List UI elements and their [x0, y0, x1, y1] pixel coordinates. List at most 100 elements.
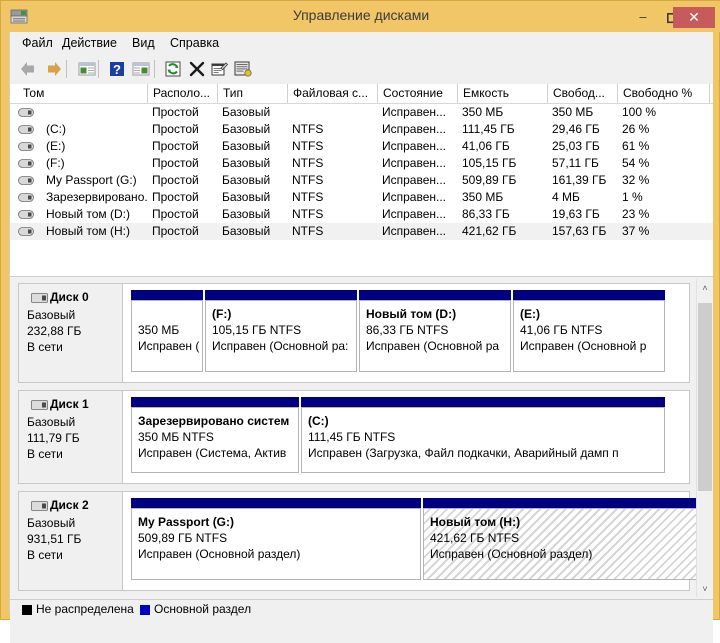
left-arrow-icon [21, 62, 34, 76]
disk-info[interactable]: Диск 1 Базовый 111,79 ГБ В сети [19, 391, 123, 483]
menu-view[interactable]: Вид [126, 35, 161, 52]
cell-layout: Простой [152, 190, 199, 204]
cell-volume: (C:) [46, 122, 66, 136]
disk-info[interactable]: Диск 0 Базовый 232,88 ГБ В сети [19, 284, 123, 382]
partition[interactable]: (F:) 105,15 ГБ NTFS Исправен (Основной ра: [205, 290, 357, 372]
toolbar-separator [154, 60, 155, 78]
partition-label: (F:) [212, 307, 232, 321]
cell-free: 161,39 ГБ [552, 173, 607, 187]
show-hide-console-tree-button[interactable] [76, 58, 98, 80]
delete-button[interactable] [186, 58, 208, 80]
forward-button[interactable] [42, 58, 64, 80]
partition-color-bar [131, 290, 203, 300]
column-header-status[interactable]: Состояние [378, 84, 458, 103]
partition-label: Зарезервировано систем [138, 414, 290, 428]
volume-row[interactable]: (E:) Простой Базовый NTFS Исправен... 41,06 Г… [10, 138, 713, 155]
partition-body[interactable]: My Passport (G:) 509,89 ГБ NTFS Исправен (… [131, 508, 421, 580]
volume-row[interactable]: Простой Базовый Исправен... 350 МБ 350 МБ 100… [10, 104, 713, 121]
scroll-down-button[interactable]: ˅ [697, 580, 713, 597]
column-header-volume[interactable]: Том [18, 84, 148, 103]
cell-status: Исправен... [382, 122, 447, 136]
partition-size: 86,33 ГБ NTFS [366, 323, 449, 337]
cell-free-pct: 61 % [622, 139, 650, 153]
column-header-filesystem[interactable]: Файловая с... [288, 84, 378, 103]
graphical-view-scrollbar[interactable]: ˄ ˅ [696, 279, 712, 597]
help-button[interactable]: ? [106, 58, 128, 80]
volume-icon [18, 210, 34, 219]
partition-body[interactable]: Новый том (D:) 86,33 ГБ NTFS Исправен (Осн… [359, 300, 511, 372]
cell-type: Базовый [222, 156, 271, 170]
cell-free: 4 МБ [552, 190, 580, 204]
partition[interactable]: 350 МБ Исправен ( [131, 290, 203, 372]
partition-color-bar [423, 498, 699, 508]
menu-help[interactable]: Справка [164, 35, 225, 52]
partition-body[interactable]: (C:) 111,45 ГБ NTFS Исправен (Загрузка, Фа… [301, 407, 665, 473]
volume-row[interactable]: Зарезервировано... Простой Базовый NTFS Испр… [10, 189, 713, 206]
partition-size: 105,15 ГБ NTFS [212, 323, 302, 337]
volume-list[interactable]: Том Располо... Тип Файловая с... Состоян… [10, 84, 713, 277]
cell-free: 57,11 ГБ [552, 156, 599, 170]
column-header-free-pct[interactable]: Свободно % [618, 84, 710, 103]
cell-layout: Простой [152, 105, 199, 119]
show-action-pane-button[interactable] [130, 58, 152, 80]
volume-row[interactable]: My Passport (G:) Простой Базовый NTFS Исправ… [10, 172, 713, 189]
disk-state: В сети [27, 447, 63, 461]
partition[interactable]: Новый том (D:) 86,33 ГБ NTFS Исправен (Осн… [359, 290, 511, 372]
cell-free-pct: 54 % [622, 156, 650, 170]
disk-panel[interactable]: Диск 0 Базовый 232,88 ГБ В сети 350 МБ Исправ… [18, 283, 690, 383]
partition-body[interactable]: Зарезервировано систем 350 МБ NTFS Исправе… [131, 407, 299, 473]
back-button[interactable] [18, 58, 40, 80]
disk-panel[interactable]: Диск 2 Базовый 931,51 ГБ В сети My Passport … [18, 491, 699, 591]
disk-panel[interactable]: Диск 1 Базовый 111,79 ГБ В сети Зарезервиров… [18, 390, 690, 484]
partition-size: 350 МБ NTFS [138, 430, 214, 444]
legend-label: Не распределена [36, 602, 134, 616]
volume-row[interactable]: (C:) Простой Базовый NTFS Исправен... 111,45 … [10, 121, 713, 138]
properties-icon [211, 62, 229, 76]
disk-size: 232,88 ГБ [27, 324, 82, 338]
toolbar-separator [98, 60, 99, 78]
refresh-button[interactable] [162, 58, 184, 80]
volume-row[interactable]: Новый том (D:) Простой Базовый NTFS Исправен… [10, 206, 713, 223]
cell-layout: Простой [152, 122, 199, 136]
column-header-type[interactable]: Тип [218, 84, 288, 103]
disk-state: В сети [27, 340, 63, 354]
console-tree-icon [78, 62, 96, 76]
cell-filesystem: NTFS [292, 224, 324, 238]
properties-button[interactable] [208, 58, 230, 80]
partition-size: 111,45 ГБ NTFS [308, 430, 396, 444]
cell-capacity: 509,89 ГБ [462, 173, 517, 187]
scrollbar-thumb[interactable] [698, 303, 712, 491]
disk-state: В сети [27, 548, 63, 562]
partition-status: Исправен (Основной ра: [212, 339, 349, 353]
partition[interactable]: (C:) 111,45 ГБ NTFS Исправен (Загрузка, Фа… [301, 397, 665, 473]
partition-body[interactable]: (F:) 105,15 ГБ NTFS Исправен (Основной ра: [205, 300, 357, 372]
toolbar-separator [66, 60, 67, 78]
close-button[interactable]: ✕ [673, 7, 715, 28]
menu-file[interactable]: Файл [16, 35, 59, 52]
partition-body[interactable]: (E:) 41,06 ГБ NTFS Исправен (Основной р [513, 300, 665, 372]
column-header-layout[interactable]: Располо... [148, 84, 218, 103]
partition-body[interactable]: 350 МБ Исправен ( [131, 300, 203, 372]
partition[interactable]: Новый том (H:) 421,62 ГБ NTFS Исправен (Ос… [423, 498, 699, 580]
cell-capacity: 41,06 ГБ [462, 139, 510, 153]
disk-info[interactable]: Диск 2 Базовый 931,51 ГБ В сети [19, 492, 123, 590]
volume-row[interactable]: Новый том (H:) Простой Базовый NTFS Исправен… [10, 223, 713, 240]
rescan-disks-button[interactable] [232, 58, 254, 80]
cell-type: Базовый [222, 190, 271, 204]
volume-row[interactable]: (F:) Простой Базовый NTFS Исправен... 105,15 … [10, 155, 713, 172]
menu-action[interactable]: Действие [56, 35, 123, 52]
partition-status: Исправен (Система, Актив [138, 446, 287, 460]
cell-type: Базовый [222, 207, 271, 221]
scroll-up-button[interactable]: ˄ [697, 279, 713, 296]
cell-capacity: 350 МБ [462, 190, 504, 204]
column-header-capacity[interactable]: Емкость [458, 84, 548, 103]
partition-body[interactable]: Новый том (H:) 421,62 ГБ NTFS Исправен (Ос… [423, 508, 699, 580]
client-area: Файл Действие Вид Справка ? Том Располо.… [9, 32, 713, 643]
volume-icon [18, 108, 34, 117]
partition[interactable]: Зарезервировано систем 350 МБ NTFS Исправе… [131, 397, 299, 473]
partition[interactable]: My Passport (G:) 509,89 ГБ NTFS Исправен (… [131, 498, 421, 580]
cell-type: Базовый [222, 173, 271, 187]
partition[interactable]: (E:) 41,06 ГБ NTFS Исправен (Основной р [513, 290, 665, 372]
minimize-button[interactable]: – [628, 2, 658, 31]
column-header-free[interactable]: Свобод... [548, 84, 618, 103]
